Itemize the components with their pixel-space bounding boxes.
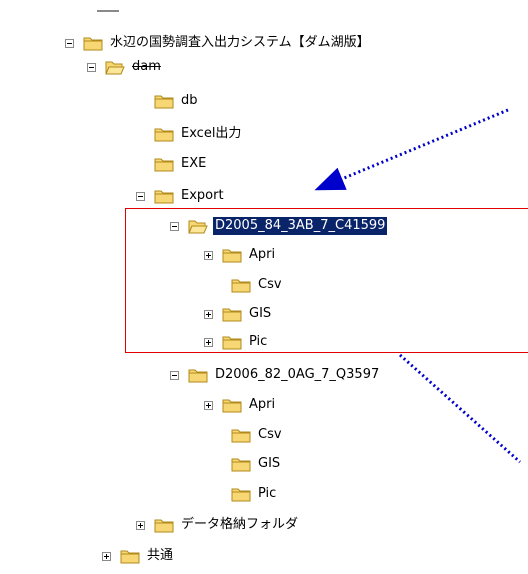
tree-node-dam[interactable]: dam bbox=[87, 56, 163, 78]
tree-node-csv-2[interactable]: Csv bbox=[231, 424, 284, 446]
plus-box-icon[interactable] bbox=[102, 551, 111, 561]
tree-canvas: 水辺の国勢調査入出力システム【ダム湖版】 dam db Excel出力 EXE bbox=[0, 0, 528, 574]
tree-node-d2006[interactable]: D2006_82_0AG_7_Q3597 bbox=[170, 364, 381, 386]
tree-node-label: Export bbox=[181, 188, 224, 203]
folder-icon bbox=[154, 519, 174, 533]
folder-icon bbox=[188, 369, 208, 383]
minus-box-icon[interactable] bbox=[170, 370, 179, 380]
tree-node-export[interactable]: Export bbox=[136, 185, 226, 207]
folder-icon bbox=[120, 550, 140, 564]
tree-node-excel[interactable]: Excel出力 bbox=[154, 123, 243, 145]
minus-box-icon[interactable] bbox=[87, 62, 96, 72]
arrow-to-export-icon bbox=[314, 108, 509, 191]
folder-icon bbox=[231, 488, 251, 502]
tree-node-label: dam bbox=[132, 59, 161, 74]
clipped-node-edge bbox=[97, 10, 119, 18]
tree-node-pic-2[interactable]: Pic bbox=[231, 483, 278, 505]
tree-node-label: EXE bbox=[181, 156, 207, 171]
tree-node-label: db bbox=[181, 93, 198, 108]
tree-node-label: D2006_82_0AG_7_Q3597 bbox=[215, 367, 380, 382]
tree-node-apri-2[interactable]: Apri bbox=[204, 394, 277, 416]
tree-node-data-folder[interactable]: データ格納フォルダ bbox=[136, 514, 300, 536]
folder-icon bbox=[154, 158, 174, 172]
folder-icon bbox=[154, 95, 174, 109]
tree-node-label: 共通 bbox=[147, 548, 174, 563]
tree-node-root[interactable]: 水辺の国勢調査入出力システム【ダム湖版】 bbox=[65, 32, 372, 54]
minus-box-icon[interactable] bbox=[136, 191, 145, 201]
tree-node-label: データ格納フォルダ bbox=[181, 517, 299, 532]
plus-box-icon[interactable] bbox=[136, 520, 145, 530]
minus-box-icon[interactable] bbox=[65, 38, 74, 48]
tree-node-common[interactable]: 共通 bbox=[102, 545, 175, 567]
dotted-connector-line bbox=[399, 353, 521, 464]
tree-node-label: Apri bbox=[249, 397, 276, 412]
highlight-box bbox=[125, 208, 528, 353]
folder-icon bbox=[231, 429, 251, 443]
folder-icon bbox=[222, 399, 242, 413]
tree-node-label: Pic bbox=[258, 486, 277, 501]
folder-icon bbox=[231, 458, 251, 472]
tree-node-label: GIS bbox=[258, 456, 281, 471]
open-folder-icon bbox=[105, 61, 125, 75]
folder-icon bbox=[154, 128, 174, 142]
tree-node-label: Excel出力 bbox=[181, 126, 242, 141]
tree-node-label: Csv bbox=[258, 427, 282, 442]
tree-node-exe[interactable]: EXE bbox=[154, 153, 208, 175]
folder-icon bbox=[154, 190, 174, 204]
tree-node-gis-2[interactable]: GIS bbox=[231, 453, 282, 475]
tree-node-label: 水辺の国勢調査入出力システム【ダム湖版】 bbox=[110, 35, 370, 50]
folder-icon bbox=[83, 37, 103, 51]
tree-node-db[interactable]: db bbox=[154, 90, 200, 112]
plus-box-icon[interactable] bbox=[204, 400, 213, 410]
